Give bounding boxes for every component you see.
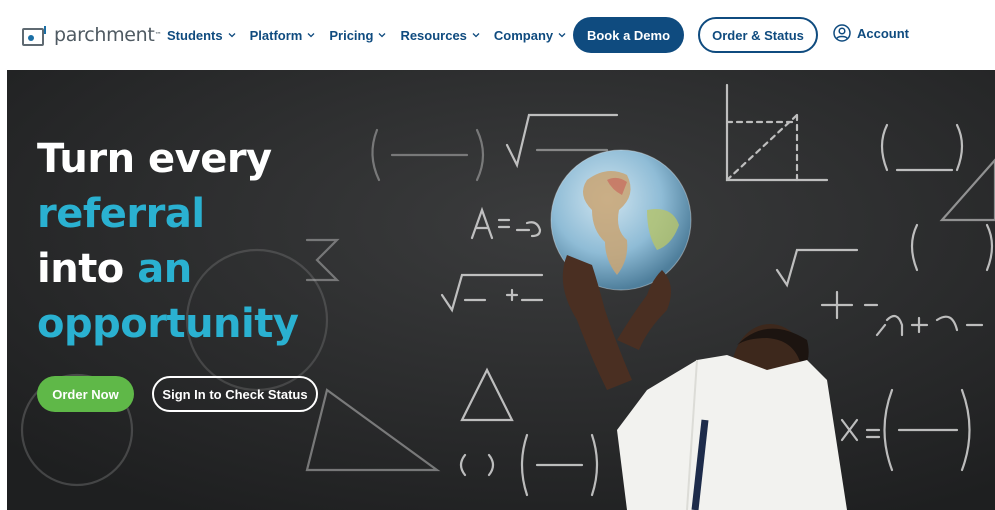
parchment-logo-icon — [22, 24, 48, 46]
order-now-button[interactable]: Order Now — [37, 376, 134, 412]
nav-resources[interactable]: Resources — [400, 25, 480, 45]
nav-resources-label: Resources — [400, 27, 467, 43]
account-link[interactable]: Account — [833, 24, 909, 42]
nav-company[interactable]: Company — [494, 25, 566, 45]
chevron-down-icon — [558, 33, 566, 38]
headline-line-3: into an — [37, 242, 298, 297]
book-demo-button[interactable]: Book a Demo — [573, 17, 684, 53]
hero-banner: Turn every referral into an opportunity … — [7, 70, 995, 510]
hero-headline: Turn every referral into an opportunity — [37, 132, 299, 352]
site-header: parchment™ Students Platform Pricing Res… — [0, 0, 995, 70]
logo-text: parchment™ — [54, 24, 162, 46]
headline-line-3a: into — [37, 246, 124, 292]
nav-company-label: Company — [493, 27, 554, 43]
headline-line-3b: an — [137, 246, 192, 292]
main-nav: Students Platform Pricing Resources Comp… — [167, 25, 580, 45]
chevron-down-icon — [472, 33, 480, 38]
account-label: Account — [857, 25, 909, 41]
nav-students-label: Students — [167, 27, 223, 43]
user-circle-icon — [833, 24, 851, 42]
headline-line-2: referral — [37, 191, 205, 237]
headline-line-1: Turn every — [37, 136, 272, 182]
chevron-down-icon — [228, 33, 236, 38]
nav-pricing[interactable]: Pricing — [329, 25, 386, 45]
parchment-logo[interactable]: parchment™ — [22, 23, 162, 47]
nav-students[interactable]: Students — [167, 25, 236, 45]
order-status-button[interactable]: Order & Status — [698, 17, 818, 53]
chevron-down-icon — [307, 33, 315, 38]
sign-in-check-status-button[interactable]: Sign In to Check Status — [152, 376, 318, 412]
chevron-down-icon — [378, 33, 386, 38]
nav-pricing-label: Pricing — [329, 27, 374, 43]
headline-line-4: opportunity — [37, 301, 299, 347]
nav-platform[interactable]: Platform — [250, 25, 316, 45]
nav-platform-label: Platform — [249, 27, 303, 43]
